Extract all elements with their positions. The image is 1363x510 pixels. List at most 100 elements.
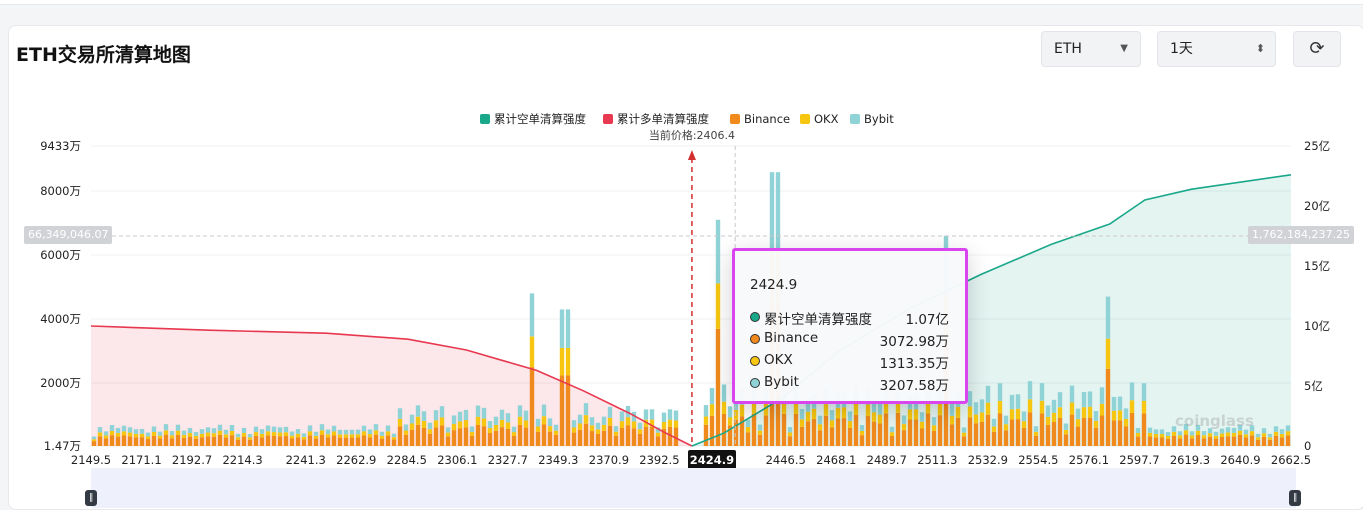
legend-label: OKX <box>814 112 839 126</box>
bar-binance <box>235 439 241 446</box>
bar-bybit <box>433 410 439 421</box>
tooltip-dot <box>750 334 760 344</box>
bar-binance <box>337 437 343 446</box>
bar-binance <box>847 428 853 446</box>
bar-bybit <box>379 431 385 436</box>
bar-okx <box>511 432 517 436</box>
x-tick: 2597.7 <box>1119 453 1159 467</box>
bar-okx <box>307 431 313 436</box>
x-tick: 2192.7 <box>172 453 212 467</box>
bar-binance <box>385 435 391 446</box>
bar-binance <box>1177 438 1183 446</box>
bar-bybit <box>1105 296 1111 339</box>
bar-bybit <box>163 424 169 431</box>
bar-okx <box>463 420 469 428</box>
bar-binance <box>649 426 655 446</box>
legend-swatch <box>480 114 490 124</box>
tooltip-row-value: 1.07亿 <box>905 312 949 328</box>
bar-bybit <box>325 429 331 435</box>
bar-bybit <box>1141 383 1147 401</box>
bar-okx <box>157 435 163 439</box>
bar-bybit <box>241 427 247 433</box>
bar-binance <box>853 415 859 446</box>
bar-okx <box>217 430 223 435</box>
tooltip-row: Binance 3072.98万 <box>750 330 949 350</box>
bar-okx <box>655 432 661 437</box>
bar-binance <box>559 375 565 446</box>
bar-binance <box>1051 422 1057 446</box>
tooltip-dot <box>750 356 760 366</box>
bar-bybit <box>157 431 163 436</box>
bar-okx <box>139 433 145 438</box>
bar-okx <box>817 424 823 431</box>
bar-binance <box>481 426 487 446</box>
bar-okx <box>973 414 979 424</box>
bar-binance <box>529 367 535 446</box>
bar-bybit <box>1129 382 1135 401</box>
bar-bybit <box>307 425 313 432</box>
bar-bybit <box>565 309 571 348</box>
bar-binance <box>457 428 463 446</box>
bar-bybit <box>457 411 463 422</box>
bar-okx <box>1171 431 1177 436</box>
bar-bybit <box>355 429 361 435</box>
bar-bybit <box>169 431 175 436</box>
bar-binance <box>535 431 541 446</box>
bar-binance <box>871 421 877 446</box>
bar-bybit <box>331 425 337 432</box>
bar-okx <box>385 431 391 436</box>
bar-binance <box>655 436 661 446</box>
bar-okx <box>547 426 553 432</box>
bar-bybit <box>847 411 853 422</box>
bar-okx <box>427 429 433 434</box>
bar-okx <box>1051 412 1057 423</box>
bar-binance <box>1009 419 1015 446</box>
bar-binance <box>1069 414 1075 446</box>
bar-binance <box>247 439 253 446</box>
bar-bybit <box>415 405 421 417</box>
slider-handle-left[interactable]: ∥ <box>85 490 97 506</box>
bar-binance <box>193 438 199 446</box>
bar-bybit <box>949 404 955 416</box>
x-tick: 2489.7 <box>867 453 907 467</box>
bar-binance <box>1057 418 1063 446</box>
bar-bybit <box>619 411 625 422</box>
bar-binance <box>919 428 925 446</box>
bar-binance <box>175 434 181 446</box>
bar-binance <box>865 416 871 446</box>
bar-okx <box>589 425 595 432</box>
bar-okx <box>997 400 1003 414</box>
bar-okx <box>397 418 403 427</box>
tooltip-row: Bybit 3207.58万 <box>750 374 949 394</box>
bar-okx <box>559 347 565 376</box>
bar-bybit <box>757 424 763 431</box>
bar-bybit <box>1093 410 1099 421</box>
bar-bybit <box>727 406 733 418</box>
bar-binance <box>1003 430 1009 446</box>
bar-okx <box>109 430 115 436</box>
bar-binance <box>1033 435 1039 446</box>
bar-bybit <box>253 426 259 433</box>
bar-bybit <box>319 424 325 431</box>
bar-bybit <box>1033 426 1039 432</box>
bar-binance <box>109 435 115 446</box>
bar-binance <box>1039 413 1045 446</box>
bar-binance <box>1267 439 1273 446</box>
bar-binance <box>763 415 769 446</box>
bar-binance <box>577 429 583 446</box>
bar-okx <box>1177 435 1183 439</box>
bar-okx <box>253 432 259 436</box>
bar-bybit <box>481 407 487 419</box>
tooltip-row-value: 3207.58万 <box>879 378 949 394</box>
bar-bybit <box>91 436 97 440</box>
bar-okx <box>1081 407 1087 418</box>
slider-handle-right[interactable]: ∥ <box>1289 490 1301 506</box>
bar-binance <box>1099 415 1105 446</box>
legend-swatch <box>730 114 740 124</box>
bar-okx <box>1273 431 1279 436</box>
bar-binance <box>709 415 715 446</box>
zoom-slider[interactable] <box>91 468 1296 508</box>
bar-okx <box>349 434 355 438</box>
bar-binance <box>841 418 847 446</box>
bar-okx <box>1129 400 1135 413</box>
